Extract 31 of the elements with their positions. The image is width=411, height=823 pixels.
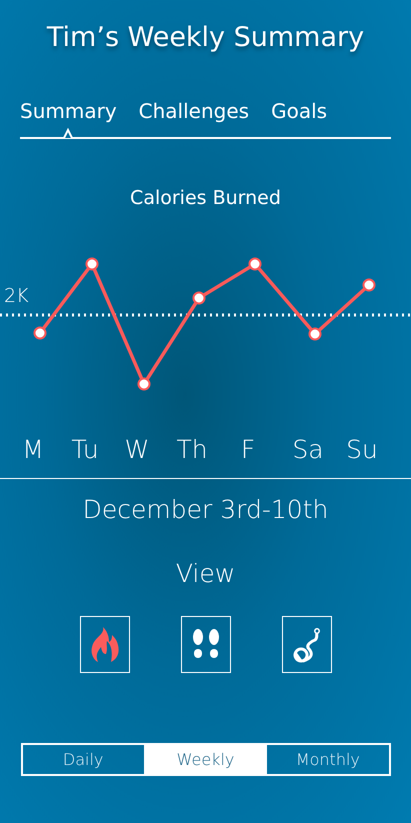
data-point — [362, 278, 376, 292]
flame-icon — [88, 626, 120, 662]
data-point — [192, 292, 206, 304]
chart-title: Calories Burned — [130, 187, 281, 209]
date-range: December 3rd-10th — [82, 495, 328, 524]
day-label: Sa — [292, 435, 324, 464]
day-label: F — [240, 435, 256, 464]
footprints-icon — [190, 628, 220, 660]
day-label: M — [22, 435, 44, 464]
view-button[interactable] — [282, 616, 332, 673]
tab[interactable]: Goals — [271, 99, 328, 137]
data-point — [34, 326, 46, 340]
view-label: View — [176, 559, 236, 588]
day-label: W — [124, 435, 150, 464]
period-button[interactable]: Daily — [22, 745, 144, 774]
period-button[interactable]: Monthly — [267, 745, 388, 774]
day-label: Th — [176, 435, 208, 464]
tab[interactable]: Challenges — [138, 99, 250, 137]
view-button[interactable] — [180, 616, 230, 673]
day-label: Su — [346, 435, 378, 464]
route-icon — [292, 626, 322, 662]
data-point — [138, 378, 150, 390]
data-point — [86, 258, 98, 270]
day-label: Tu — [71, 435, 99, 464]
data-point — [248, 258, 262, 270]
page-title: Tim’s Weekly Summary — [46, 22, 364, 53]
tab[interactable]: Summary — [20, 99, 117, 137]
data-point — [308, 328, 322, 340]
period-button[interactable]: Weekly — [144, 745, 268, 774]
reference-label: 2K — [4, 285, 29, 307]
view-button[interactable] — [80, 616, 130, 673]
